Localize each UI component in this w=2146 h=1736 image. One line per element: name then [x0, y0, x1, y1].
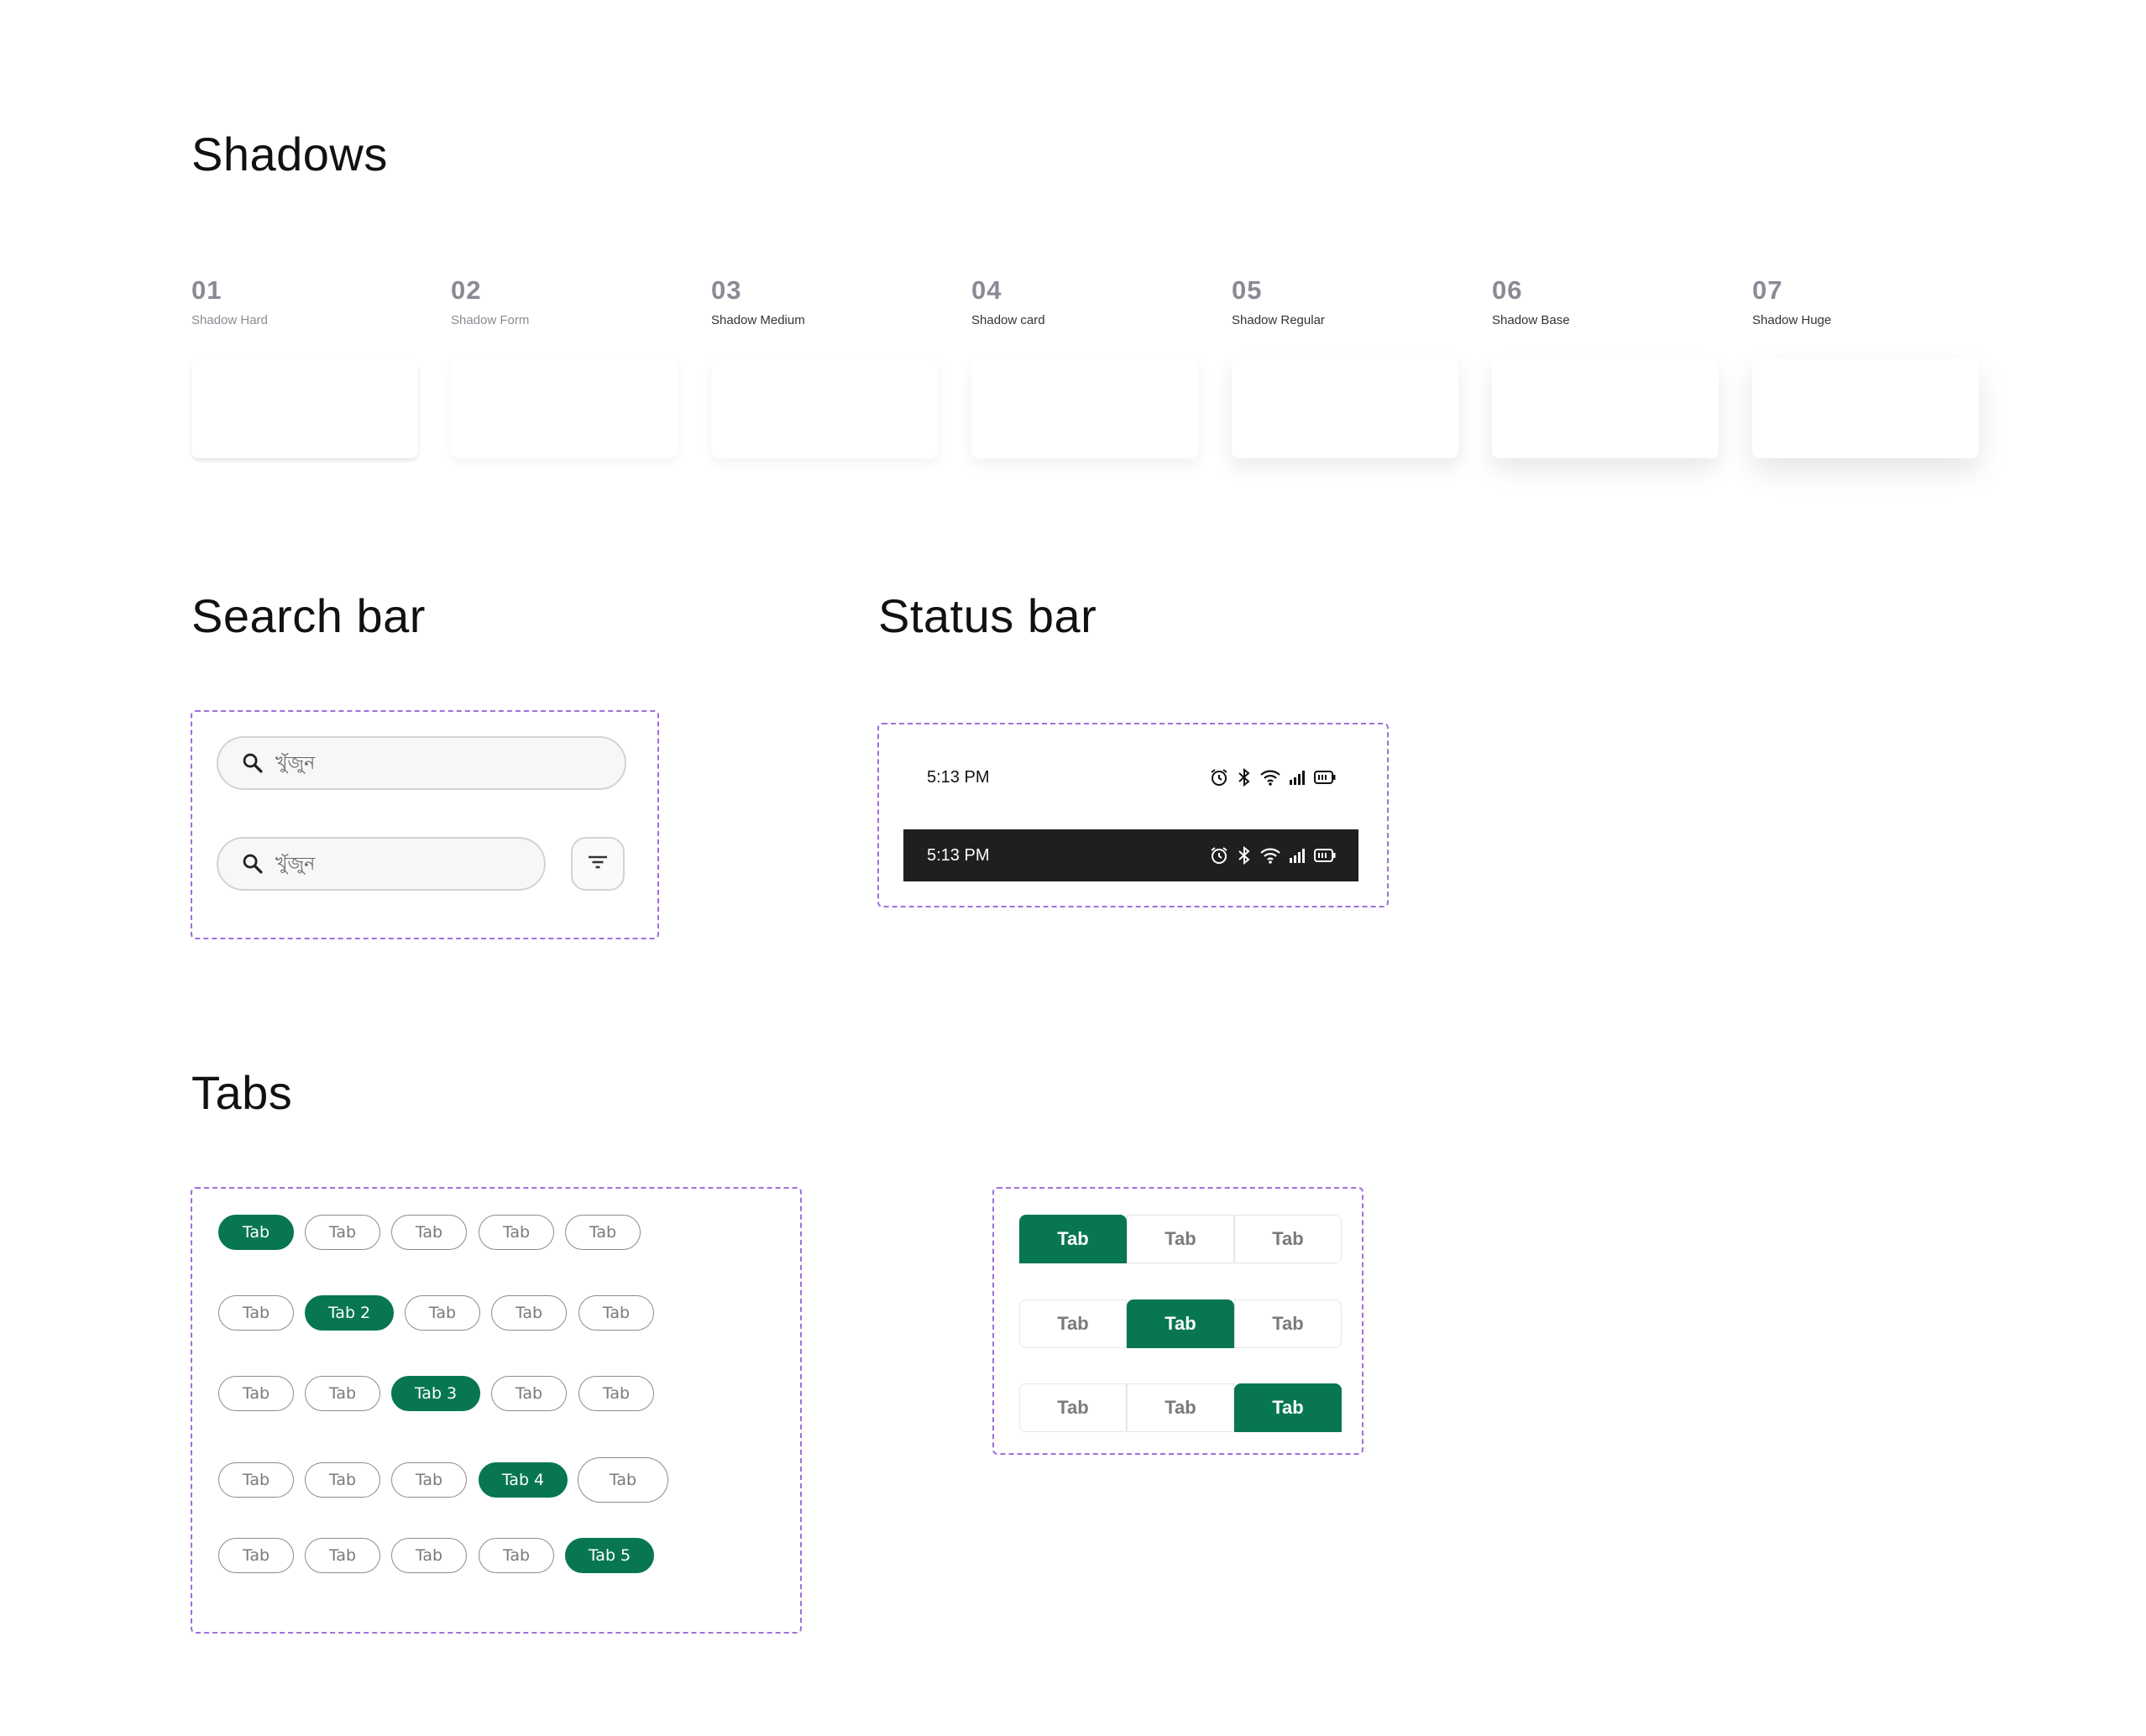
wifi-icon — [1260, 848, 1280, 864]
pill-tabs-frame: Tab Tab Tab Tab Tab Tab Tab 2 Tab Tab Ta… — [191, 1187, 802, 1634]
search-bar-with-filter[interactable] — [217, 837, 546, 891]
shadow-label: Shadow Base — [1492, 313, 1570, 327]
bluetooth-icon — [1238, 845, 1250, 865]
pill-tab[interactable]: Tab — [218, 1376, 294, 1411]
pill-tab[interactable]: Tab — [578, 1457, 668, 1503]
status-bar-frame: 5:13 PM 5:13 PM — [877, 723, 1389, 907]
pill-tab[interactable]: Tab 3 — [391, 1376, 480, 1411]
segmented-tabs-frame: Tab Tab Tab Tab Tab Tab Tab Tab Tab — [992, 1187, 1363, 1455]
pill-tab[interactable]: Tab — [578, 1295, 654, 1331]
alarm-icon — [1211, 847, 1227, 864]
pill-tab[interactable]: Tab — [391, 1462, 467, 1498]
filter-button[interactable] — [571, 837, 625, 891]
segmented-tab[interactable]: Tab — [1019, 1383, 1127, 1432]
signal-icon — [1290, 849, 1305, 863]
shadow-number: 04 — [971, 275, 1002, 305]
shadow-number: 02 — [451, 275, 482, 305]
pill-tab[interactable]: Tab — [565, 1215, 641, 1250]
segmented-tab[interactable]: Tab — [1234, 1215, 1342, 1263]
status-bar-light: 5:13 PM — [903, 751, 1358, 803]
alarm-icon — [1211, 769, 1227, 786]
pill-tab[interactable]: Tab — [391, 1538, 467, 1573]
status-icons — [1209, 767, 1337, 787]
status-bar-dark: 5:13 PM — [903, 829, 1358, 881]
shadow-label: Shadow Regular — [1232, 313, 1325, 327]
tabs-title: Tabs — [191, 1066, 293, 1119]
status-time: 5:13 PM — [927, 845, 990, 865]
pill-tab[interactable]: Tab — [218, 1462, 294, 1498]
search-bar[interactable] — [217, 736, 626, 790]
shadow-number: 07 — [1752, 275, 1783, 305]
battery-icon — [1314, 849, 1336, 862]
pill-tab[interactable]: Tab — [305, 1462, 380, 1498]
shadow-label: Shadow Form — [451, 313, 530, 327]
bluetooth-icon — [1238, 767, 1250, 787]
shadows-title: Shadows — [191, 128, 388, 180]
segmented-tab[interactable]: Tab — [1234, 1299, 1342, 1348]
shadow-huge-card — [1752, 358, 1979, 458]
shadow-number: 05 — [1232, 275, 1263, 305]
status-time: 5:13 PM — [927, 767, 990, 787]
pill-tab[interactable]: Tab — [578, 1376, 654, 1411]
shadow-number: 03 — [711, 275, 742, 305]
pill-tab[interactable]: Tab — [305, 1215, 380, 1250]
pill-tab[interactable]: Tab — [218, 1295, 294, 1331]
pill-tab[interactable]: Tab — [391, 1215, 467, 1250]
pill-tab[interactable]: Tab 4 — [479, 1462, 568, 1498]
pill-tab[interactable]: Tab — [305, 1538, 380, 1573]
signal-icon — [1290, 771, 1305, 785]
segmented-tab[interactable]: Tab — [1127, 1215, 1234, 1263]
pill-tab[interactable]: Tab — [479, 1215, 554, 1250]
pill-tab[interactable]: Tab — [405, 1295, 480, 1331]
shadow-regular-card — [1232, 358, 1458, 458]
search-bar-frame — [191, 710, 659, 939]
segmented-tab[interactable]: Tab — [1019, 1215, 1127, 1263]
wifi-icon — [1260, 770, 1280, 786]
search-icon — [240, 851, 265, 876]
pill-tab[interactable]: Tab 2 — [305, 1295, 394, 1331]
pill-tab[interactable]: Tab — [491, 1376, 567, 1411]
shadow-label: Shadow card — [971, 313, 1045, 327]
shadow-hard-card — [191, 358, 418, 458]
segmented-tab[interactable]: Tab — [1127, 1383, 1234, 1432]
shadow-label: Shadow Hard — [191, 313, 268, 327]
search-input[interactable] — [275, 752, 527, 774]
pill-tab[interactable]: Tab — [479, 1538, 554, 1573]
battery-icon — [1314, 771, 1336, 784]
pill-tab[interactable]: Tab 5 — [565, 1538, 654, 1573]
search-input[interactable] — [275, 853, 527, 875]
search-icon — [240, 750, 265, 776]
pill-tab[interactable]: Tab — [218, 1538, 294, 1573]
pill-tab[interactable]: Tab — [305, 1376, 380, 1411]
shadow-label: Shadow Medium — [711, 313, 805, 327]
shadow-card-card — [971, 358, 1198, 458]
filter-icon — [586, 853, 610, 876]
segmented-tab[interactable]: Tab — [1019, 1299, 1127, 1348]
segmented-tab[interactable]: Tab — [1234, 1383, 1342, 1432]
status-icons — [1209, 845, 1337, 865]
shadow-base-card — [1492, 358, 1719, 458]
shadow-number: 06 — [1492, 275, 1523, 305]
shadow-medium-card — [711, 358, 938, 458]
pill-tab[interactable]: Tab — [218, 1215, 294, 1250]
shadow-label: Shadow Huge — [1752, 313, 1832, 327]
segmented-tab[interactable]: Tab — [1127, 1299, 1234, 1348]
shadow-number: 01 — [191, 275, 222, 305]
search-bar-title: Search bar — [191, 589, 426, 642]
pill-tab[interactable]: Tab — [491, 1295, 567, 1331]
shadow-form-card — [451, 358, 678, 458]
status-bar-title: Status bar — [878, 589, 1097, 642]
